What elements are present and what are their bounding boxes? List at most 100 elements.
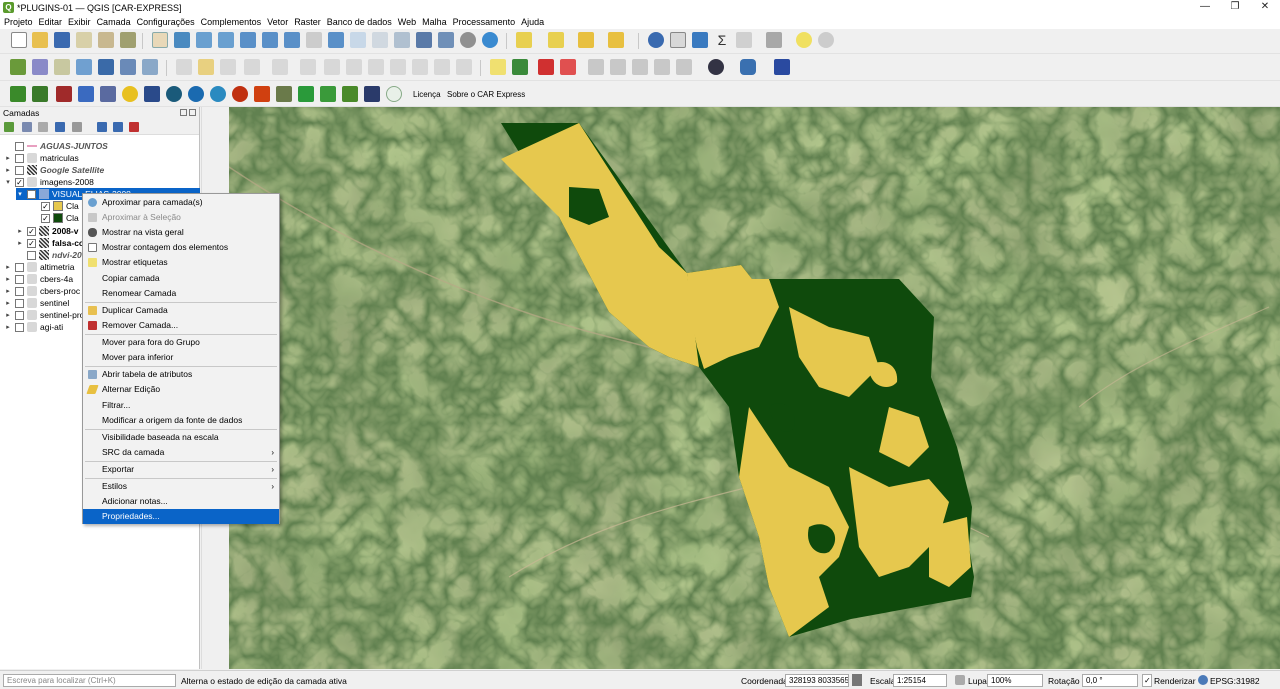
paste-features-icon[interactable] — [412, 59, 428, 75]
deselect-icon[interactable] — [578, 32, 594, 48]
attribute-table-icon[interactable] — [670, 32, 686, 48]
layer-visibility-checkbox[interactable] — [15, 310, 24, 320]
menu-ajuda[interactable]: Ajuda — [521, 17, 544, 27]
style-manager-icon[interactable] — [120, 32, 136, 48]
menu-projeto[interactable]: Projeto — [4, 17, 33, 27]
current-edits-icon[interactable] — [176, 59, 192, 75]
zoom-selection-icon[interactable] — [262, 32, 278, 48]
magnifier-field[interactable]: 100% — [987, 674, 1043, 687]
render-checkbox[interactable]: ✓ — [1142, 674, 1152, 687]
layer-diagram-icon[interactable] — [538, 59, 554, 75]
licenca-button[interactable]: Licença — [413, 90, 441, 99]
car-tool-3-icon[interactable] — [100, 86, 116, 102]
open-field-calculator-icon[interactable] — [736, 32, 752, 48]
menu-banco-de-dados[interactable]: Banco de dados — [327, 17, 392, 27]
move-label-icon[interactable] — [632, 59, 648, 75]
new-map-view-icon[interactable] — [372, 32, 388, 48]
menu-exibir[interactable]: Exibir — [68, 17, 91, 27]
expand-arrow-icon[interactable]: ▸ — [16, 227, 24, 235]
layer-visibility-checkbox[interactable] — [27, 250, 36, 260]
save-edits-icon[interactable] — [220, 59, 236, 75]
zoom-last-icon[interactable] — [328, 32, 344, 48]
rotate-label-icon[interactable] — [654, 59, 670, 75]
expand-all-icon[interactable] — [97, 122, 107, 132]
zoom-next-icon[interactable] — [350, 32, 366, 48]
car-tool-7-icon[interactable] — [188, 86, 204, 102]
layer-visibility-checkbox[interactable]: ✓ — [27, 226, 36, 236]
add-delimited-text-icon[interactable] — [54, 59, 70, 75]
layout-manager-icon[interactable] — [98, 32, 114, 48]
new-project-icon[interactable] — [11, 32, 27, 48]
redo-icon[interactable] — [456, 59, 472, 75]
menu-camada[interactable]: Camada — [97, 17, 131, 27]
menu-filter[interactable]: Filtrar... — [83, 398, 279, 413]
expand-arrow-icon[interactable]: ▸ — [4, 166, 12, 174]
layer-tree-row[interactable]: ▸ matriculas — [4, 152, 200, 164]
layer-visibility-checkbox[interactable]: ✓ — [27, 238, 36, 248]
add-spatialite-icon[interactable] — [120, 59, 136, 75]
menu-duplicate-layer[interactable]: Duplicar Camada — [83, 303, 279, 318]
expand-arrow-icon[interactable]: ▸ — [4, 299, 12, 307]
zoom-layer-icon[interactable] — [284, 32, 300, 48]
toggle-extents-icon[interactable] — [852, 674, 862, 686]
menu-copy-layer[interactable]: Copiar camada — [83, 271, 279, 286]
menu-zoom-to-layer[interactable]: Aproximar para camada(s) — [83, 195, 279, 210]
python-console-icon[interactable] — [740, 59, 756, 75]
processing-toolbox-icon[interactable] — [692, 32, 708, 48]
menu-web[interactable]: Web — [398, 17, 416, 27]
menu-styles[interactable]: Estilos › — [83, 479, 279, 494]
layer-visibility-checkbox[interactable]: ✓ — [15, 177, 24, 187]
layer-tree-row[interactable]: AGUAS-JUNTOS — [4, 140, 200, 152]
car-tool-15-icon[interactable] — [364, 86, 380, 102]
scale-field[interactable]: 1:25154 — [893, 674, 947, 687]
select-location-icon[interactable] — [608, 32, 624, 48]
pin-labels-icon[interactable] — [588, 59, 604, 75]
coordinate-field[interactable]: 328193 8033565 — [785, 674, 849, 687]
car-tool-11-icon[interactable] — [276, 86, 292, 102]
layer-tree-row[interactable]: ▸ Google Satellite — [4, 164, 200, 176]
layer-visibility-checkbox[interactable] — [15, 141, 24, 151]
menu-properties[interactable]: Propriedades... — [83, 509, 279, 524]
expand-arrow-icon[interactable]: ▸ — [4, 287, 12, 295]
layer-visibility-checkbox[interactable]: ✓ — [27, 189, 36, 199]
expand-arrow-icon[interactable]: ▸ — [4, 311, 12, 319]
change-label-icon[interactable] — [676, 59, 692, 75]
car-tool-13-icon[interactable] — [320, 86, 336, 102]
add-postgis-icon[interactable] — [98, 59, 114, 75]
filter-expression-icon[interactable] — [72, 122, 82, 132]
copy-features-icon[interactable] — [390, 59, 406, 75]
temporal-controller-icon[interactable] — [460, 32, 476, 48]
bookmark-icon[interactable] — [416, 32, 432, 48]
layer-visibility-checkbox[interactable]: ✓ — [41, 201, 50, 211]
map-tips-icon[interactable] — [796, 32, 812, 48]
menu-malha[interactable]: Malha — [422, 17, 447, 27]
move-feature-icon[interactable] — [300, 59, 316, 75]
expand-arrow-icon[interactable]: ▾ — [4, 178, 12, 186]
measure-icon[interactable] — [766, 32, 782, 48]
help-icon[interactable] — [774, 59, 790, 75]
menu-move-out-of-group[interactable]: Mover para fora do Grupo — [83, 335, 279, 350]
restore-button[interactable]: ❐ — [1220, 0, 1250, 15]
layer-visibility-checkbox[interactable] — [15, 153, 24, 163]
lock-scale-icon[interactable] — [955, 675, 965, 685]
open-project-icon[interactable] — [32, 32, 48, 48]
crs-label[interactable]: EPSG:31982 — [1210, 676, 1260, 686]
layer-labeling-icon[interactable] — [512, 59, 528, 75]
menu-show-in-overview[interactable]: Mostrar na vista geral — [83, 225, 279, 240]
menu-remove-layer[interactable]: Remover Camada... — [83, 318, 279, 333]
toggle-editing-icon[interactable] — [198, 59, 214, 75]
menu-zoom-to-selection[interactable]: Aproximar à Seleção — [83, 210, 279, 225]
menu-scale-visibility[interactable]: Visibilidade baseada na escala — [83, 430, 279, 445]
map-canvas[interactable] — [229, 107, 1280, 669]
zoom-native-icon[interactable] — [306, 32, 322, 48]
add-raster-layer-icon[interactable] — [10, 59, 26, 75]
show-bookmarks-icon[interactable] — [438, 32, 454, 48]
car-leaf-icon[interactable] — [32, 86, 48, 102]
car-tool-12-icon[interactable] — [298, 86, 314, 102]
menu-configuracoes[interactable]: Configurações — [137, 17, 195, 27]
car-tool-4-icon[interactable] — [122, 86, 138, 102]
label-toolbar-icon[interactable] — [490, 59, 506, 75]
layer-visibility-checkbox[interactable] — [15, 165, 24, 175]
open-layer-styling-icon[interactable] — [4, 122, 14, 132]
expand-arrow-icon[interactable]: ▸ — [4, 323, 12, 331]
